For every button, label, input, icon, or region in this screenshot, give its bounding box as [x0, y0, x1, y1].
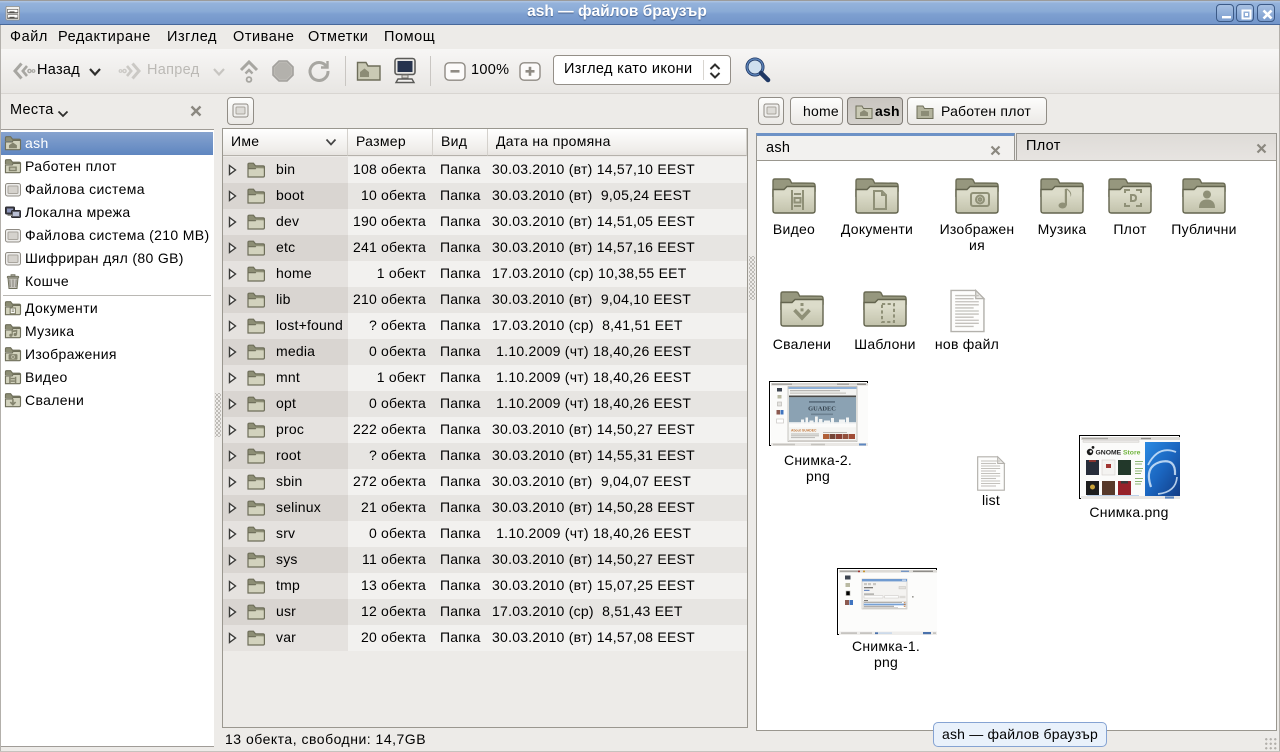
svg-text:GUADEC: GUADEC	[808, 406, 836, 413]
svg-text:About GUADEC: About GUADEC	[791, 429, 817, 433]
svg-text:GNOME: GNOME	[1096, 450, 1122, 457]
svg-text:Store: Store	[1123, 450, 1141, 457]
